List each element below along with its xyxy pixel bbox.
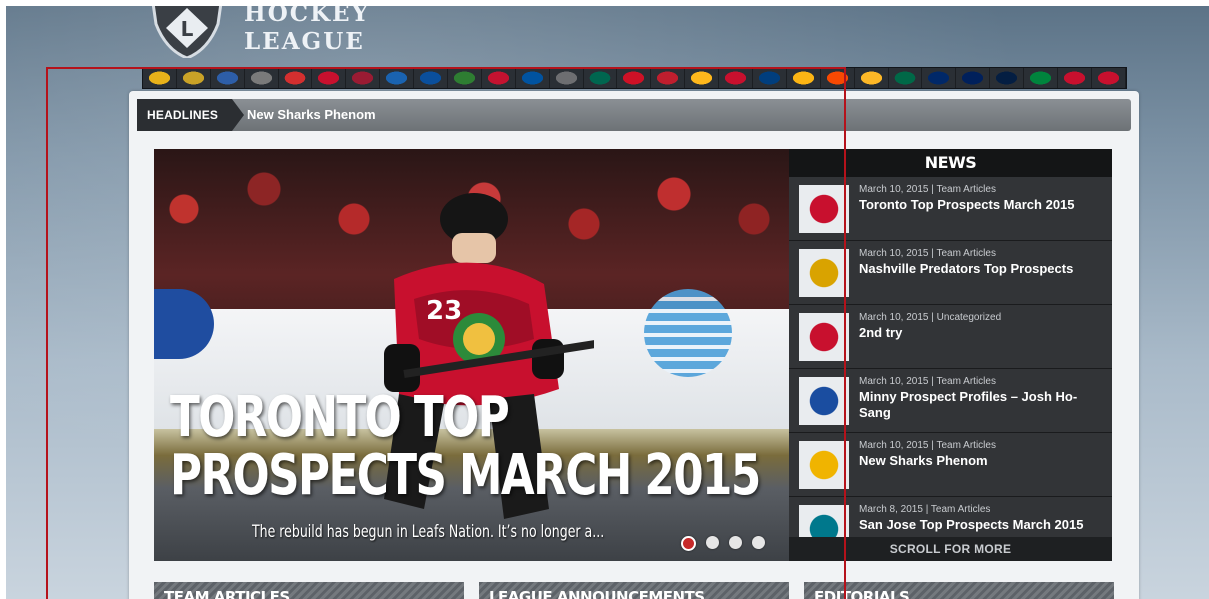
team-logo-28[interactable]	[1058, 68, 1092, 88]
team-logo-23[interactable]	[888, 68, 923, 88]
news-category-link[interactable]: Uncategorized	[937, 312, 1001, 323]
team-logo-18[interactable]	[719, 68, 754, 88]
news-thumbnail[interactable]	[799, 441, 849, 489]
team-logo-7[interactable]	[346, 68, 381, 88]
featured-slider[interactable]: 23 TORONTO TOP PROSPECTS MARCH 2015 The …	[154, 149, 789, 561]
page-viewport: L HOCKEY LEAGUE HEADLINES New Sharks Phe…	[6, 6, 1209, 599]
overlay-red-line-top	[46, 67, 846, 69]
team-logo-29[interactable]	[1091, 68, 1126, 88]
slider-dot-1[interactable]	[681, 536, 696, 551]
news-item[interactable]: March 10, 2015 | Team Articles Nashville …	[789, 241, 1112, 305]
slider-dot-4[interactable]	[752, 536, 765, 549]
team-logo-8[interactable]	[380, 68, 415, 88]
shield-letter: L	[181, 17, 194, 41]
main-container: HEADLINES New Sharks Phenom 23 TORONTO T…	[129, 91, 1139, 599]
league-shield-logo[interactable]: L	[148, 6, 226, 58]
news-header: NEWS	[789, 149, 1112, 177]
news-category-link[interactable]: Team Articles	[936, 184, 995, 195]
team-logo-4[interactable]	[244, 68, 279, 88]
team-logo-11[interactable]	[481, 68, 516, 88]
news-date: March 10, 2015	[859, 440, 929, 451]
overlay-red-line-left	[46, 67, 48, 599]
news-category-link[interactable]: Team Articles	[936, 376, 995, 387]
team-logo-21[interactable]	[820, 68, 855, 88]
news-meta: March 8, 2015 | Team Articles	[859, 504, 990, 515]
news-thumbnail[interactable]	[799, 185, 849, 233]
news-meta: March 10, 2015 | Team Articles	[859, 376, 996, 387]
section-league-announcements[interactable]: LEAGUE ANNOUNCEMENTS	[479, 582, 789, 599]
team-logo-12[interactable]	[515, 68, 550, 88]
news-title-link[interactable]: New Sharks Phenom	[859, 453, 1099, 469]
slide-excerpt: The rebuild has begun in Leafs Nation. I…	[252, 522, 605, 542]
scroll-for-more-button[interactable]: SCROLL FOR MORE	[789, 537, 1112, 561]
team-logo-strip	[142, 67, 1127, 89]
news-thumbnail[interactable]	[799, 249, 849, 297]
slide-title-line2: PROSPECTS MARCH 2015	[170, 443, 761, 508]
team-logo-13[interactable]	[549, 68, 584, 88]
news-item[interactable]: March 10, 2015 | Team Articles Toronto To…	[789, 177, 1112, 241]
news-item[interactable]: March 10, 2015 | Team Articles Minny Pros…	[789, 369, 1112, 433]
team-logo-25[interactable]	[956, 68, 991, 88]
team-logo-5[interactable]	[278, 68, 313, 88]
headline-ticker: HEADLINES New Sharks Phenom	[137, 99, 1131, 131]
news-list[interactable]: March 10, 2015 | Team Articles Toronto To…	[789, 177, 1112, 561]
team-logo-22[interactable]	[854, 68, 889, 88]
news-meta-separator: |	[922, 504, 931, 515]
team-logo-16[interactable]	[651, 68, 686, 88]
team-logo-1[interactable]	[143, 68, 177, 88]
section-team-articles[interactable]: TEAM ARTICLES	[154, 582, 464, 599]
team-logo-27[interactable]	[1024, 68, 1059, 88]
logo-line2: LEAGUE	[244, 28, 365, 55]
news-item[interactable]: March 10, 2015 | Team Articles New Sharks…	[789, 433, 1112, 497]
section-editorials[interactable]: EDITORIALS	[804, 582, 1114, 599]
slide-title[interactable]: TORONTO TOP PROSPECTS MARCH 2015	[170, 389, 786, 505]
team-logo-6[interactable]	[312, 68, 347, 88]
team-logo-24[interactable]	[922, 68, 957, 88]
jersey-number: 23	[426, 296, 462, 326]
news-category-link[interactable]: Team Articles	[936, 248, 995, 259]
logo-line1: HOCKEY	[244, 6, 371, 27]
news-date: March 10, 2015	[859, 248, 929, 259]
news-category-link[interactable]: Team Articles	[936, 440, 995, 451]
team-logo-20[interactable]	[786, 68, 821, 88]
news-meta: March 10, 2015 | Uncategorized	[859, 312, 1001, 323]
news-date: March 10, 2015	[859, 376, 929, 387]
news-meta: March 10, 2015 | Team Articles	[859, 184, 996, 195]
news-date: March 8, 2015	[859, 504, 923, 515]
team-logo-26[interactable]	[990, 68, 1025, 88]
team-logo-2[interactable]	[176, 68, 211, 88]
slider-att-logo	[644, 289, 732, 377]
slide-title-line1: TORONTO TOP	[170, 385, 510, 450]
slider-dot-3[interactable]	[729, 536, 742, 549]
news-item[interactable]: March 10, 2015 | Uncategorized 2nd try	[789, 305, 1112, 369]
team-logo-10[interactable]	[448, 68, 482, 88]
headline-link[interactable]: New Sharks Phenom	[247, 99, 376, 131]
news-title-link[interactable]: Toronto Top Prospects March 2015	[859, 197, 1099, 213]
team-logo-19[interactable]	[753, 68, 787, 88]
news-category-link[interactable]: Team Articles	[931, 504, 990, 515]
news-thumbnail[interactable]	[799, 313, 849, 361]
news-title-link[interactable]: San Jose Top Prospects March 2015	[859, 517, 1099, 533]
news-title-link[interactable]: Nashville Predators Top Prospects	[859, 261, 1099, 277]
team-logo-9[interactable]	[414, 68, 449, 88]
news-panel: NEWS March 10, 2015 | Team Articles Toron…	[789, 149, 1112, 561]
headline-label: HEADLINES	[137, 99, 245, 131]
league-wordmark[interactable]: HOCKEY LEAGUE	[244, 6, 370, 56]
news-title-link[interactable]: 2nd try	[859, 325, 1099, 341]
news-thumbnail[interactable]	[799, 377, 849, 425]
team-logo-3[interactable]	[210, 68, 245, 88]
slider-dot-2[interactable]	[706, 536, 719, 549]
overlay-red-line-right	[844, 67, 846, 599]
news-date: March 10, 2015	[859, 184, 929, 195]
news-meta: March 10, 2015 | Team Articles	[859, 248, 996, 259]
team-logo-17[interactable]	[685, 68, 720, 88]
team-logo-15[interactable]	[617, 68, 652, 88]
team-logo-14[interactable]	[583, 68, 618, 88]
news-date: March 10, 2015	[859, 312, 929, 323]
news-meta: March 10, 2015 | Team Articles	[859, 440, 996, 451]
news-title-link[interactable]: Minny Prospect Profiles – Josh Ho-Sang	[859, 389, 1099, 421]
slider-pagination	[681, 536, 765, 551]
news-meta-separator: |	[928, 312, 937, 323]
